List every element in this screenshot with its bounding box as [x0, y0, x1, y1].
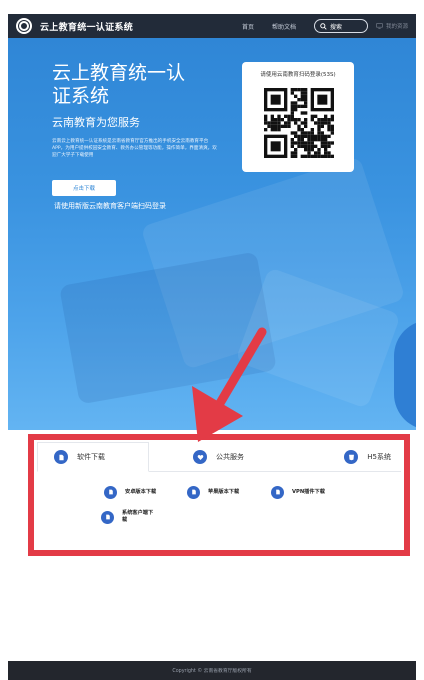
tab-label: 公共服务: [216, 453, 244, 461]
hero-description: 云南云上教育统一认证系统是云南省教育厅官方推出的手机安全云南教育平台APP，为用…: [52, 139, 217, 158]
download-label: 系统客户端下载: [122, 510, 154, 523]
download-ios-link[interactable]: 苹果版本下载: [187, 481, 248, 503]
console-label: 我的资源: [385, 24, 408, 30]
tab-label: H5系统: [367, 453, 391, 461]
download-file-icon: [54, 450, 68, 464]
qr-login-card: 请使用云南教育扫码登录(53S): [242, 62, 354, 172]
download-label: 苹果版本下载: [208, 488, 240, 495]
tab-software-download[interactable]: 软件下载: [37, 442, 149, 472]
download-vpn-link[interactable]: VPN插件下载: [271, 481, 332, 503]
download-label: VPN插件下载: [292, 488, 325, 495]
console-link[interactable]: 我的资源: [376, 22, 408, 30]
tab-public-service[interactable]: 公共服务: [193, 442, 244, 472]
hero-title: 云上教育统一认证系统: [52, 62, 186, 107]
download-client-link[interactable]: 系统客户端下载: [101, 506, 156, 528]
vpn-file-icon: [271, 485, 284, 499]
tab-label: 软件下载: [77, 453, 105, 461]
qr-code-icon[interactable]: [264, 88, 334, 158]
download-list: 安卓版本下载 苹果版本下载 VPN插件下载 系统客户端下载: [37, 472, 401, 548]
search-label: 搜索: [329, 23, 342, 31]
tab-h5-system[interactable]: H5系统: [344, 442, 391, 472]
client-file-icon: [101, 510, 114, 524]
service-tabs-panel: 软件下载 公共服务 H5系统 安卓版本下载 苹果版本下载 VPN插件下载 系统客…: [37, 442, 401, 548]
top-navbar: 云上教育统一认证系统 首页 帮助文档 搜索 我的资源: [8, 14, 416, 38]
html5-icon: [344, 450, 359, 464]
footer: Copyright © 云南省教育厅版权所有: [8, 661, 416, 680]
download-button[interactable]: 点击下载: [52, 180, 116, 196]
nav-help-link[interactable]: 帮助文档: [272, 22, 296, 31]
tab-bar: 软件下载 公共服务 H5系统: [37, 442, 401, 472]
android-file-icon: [104, 485, 117, 499]
hero-banner: 云上教育统一认证系统 云南教育为您服务 云南云上教育统一认证系统是云南省教育厅官…: [8, 38, 416, 430]
monitor-icon: [376, 23, 383, 29]
shield-logo-icon[interactable]: [16, 18, 32, 34]
download-label: 安卓版本下载: [125, 488, 157, 495]
search-box[interactable]: 搜索: [313, 19, 368, 33]
download-android-link[interactable]: 安卓版本下载: [104, 481, 165, 503]
apple-file-icon: [187, 485, 200, 499]
page: 云上教育统一认证系统 首页 帮助文档 搜索 我的资源 云上教育统一认证系统 云南…: [0, 0, 424, 680]
footer-copyright: Copyright © 云南省教育厅版权所有: [172, 669, 252, 674]
hero-login-note: 请使用新版云南教育客户端扫码登录: [54, 202, 166, 210]
qr-title: 请使用云南教育扫码登录(53S): [260, 72, 336, 78]
nav-home-link[interactable]: 首页: [242, 22, 254, 31]
hero-subtitle: 云南教育为您服务: [52, 116, 140, 129]
search-icon: [320, 22, 327, 30]
hero-decoration: [394, 320, 416, 430]
heart-shield-icon: [193, 450, 207, 464]
site-brand[interactable]: 云上教育统一认证系统: [40, 20, 133, 33]
